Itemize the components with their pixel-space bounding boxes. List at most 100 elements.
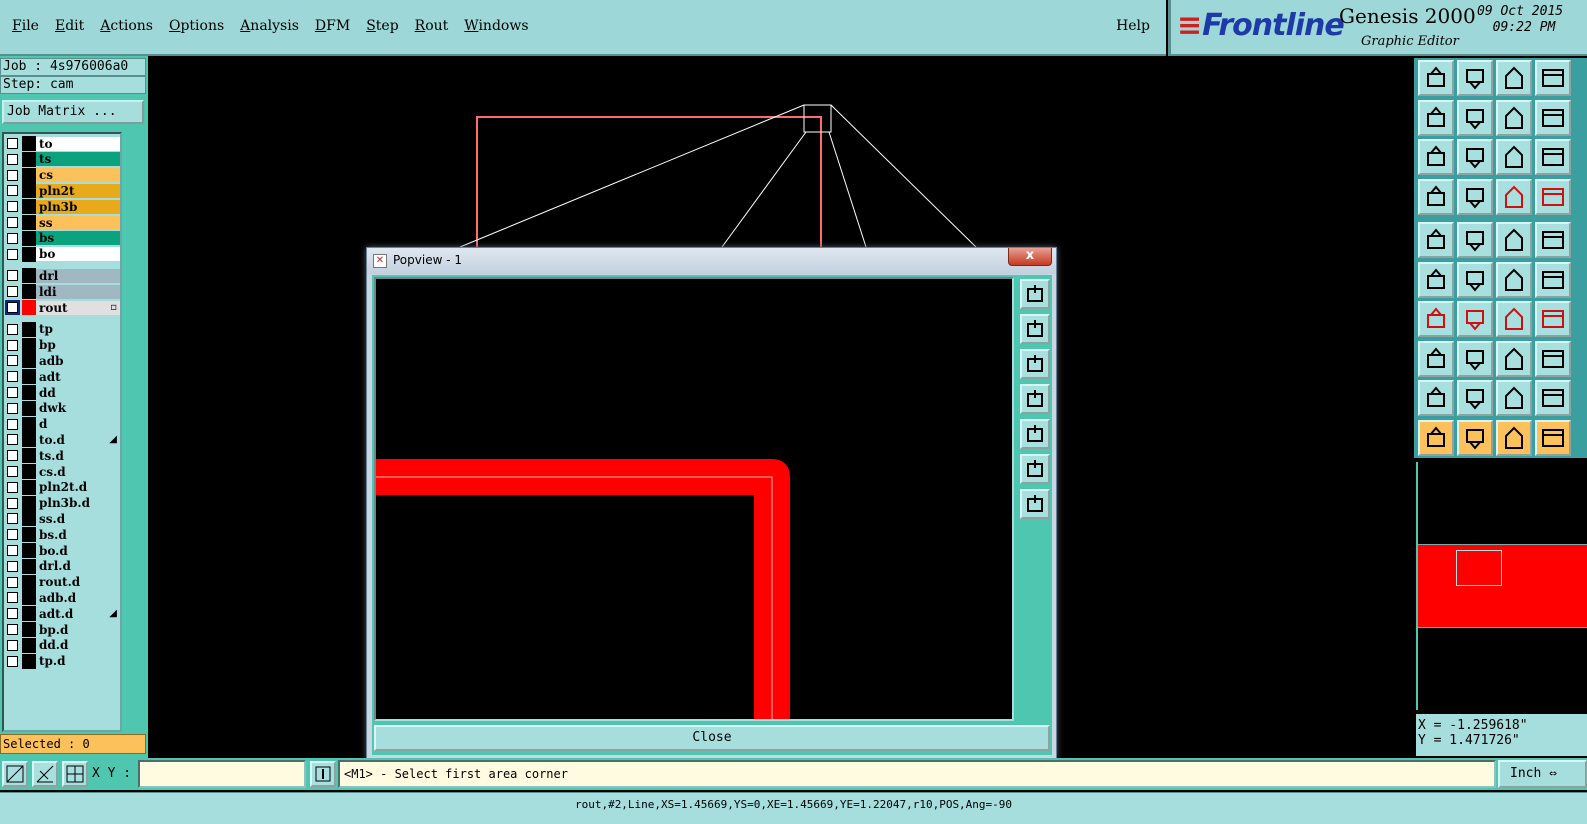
layer-color-swatch[interactable]	[22, 400, 36, 416]
layer-row-dwk[interactable]: dwk	[4, 400, 120, 416]
layer-name[interactable]: bp	[36, 338, 120, 353]
layer-checkbox[interactable]	[7, 387, 18, 398]
snap-tool-button[interactable]	[1535, 99, 1571, 136]
layer-row-pln2t[interactable]: pln2t	[4, 183, 120, 199]
layer-checkbox[interactable]	[7, 169, 18, 181]
layer-color-swatch[interactable]	[22, 495, 36, 511]
polygon-tool-button[interactable]	[1535, 380, 1571, 416]
layer-checkbox[interactable]	[7, 201, 18, 213]
layer-checkbox[interactable]	[7, 481, 18, 493]
layer-color-swatch[interactable]	[22, 199, 36, 215]
redo-tool-button[interactable]	[1457, 99, 1493, 136]
line-tool-button[interactable]	[1457, 301, 1493, 337]
grid-mode-button[interactable]	[62, 761, 88, 787]
connect-tool-button[interactable]	[1535, 261, 1571, 298]
layer-row-to-d[interactable]: to.d ◢	[4, 432, 120, 448]
layer-color-swatch[interactable]	[22, 268, 36, 284]
layer-checkbox[interactable]	[7, 418, 18, 430]
layer-color-swatch[interactable]	[22, 183, 36, 199]
layer-name[interactable]: pln3b	[36, 199, 120, 214]
layer-checkbox[interactable]	[7, 232, 18, 244]
layer-checkbox[interactable]	[7, 138, 18, 149]
layer-color-swatch[interactable]	[22, 321, 36, 337]
layer-name[interactable]: ts	[36, 152, 120, 167]
layer-checkbox[interactable]	[7, 339, 18, 351]
layer-name[interactable]: bs.d	[36, 527, 120, 542]
menu-file[interactable]: File	[4, 18, 47, 34]
layer-color-swatch[interactable]	[22, 385, 36, 400]
layer-row-rout[interactable]: rout ▫	[4, 300, 120, 315]
layer-color-swatch[interactable]	[22, 464, 36, 479]
arc-tool-button[interactable]	[1496, 301, 1532, 337]
layer-checkbox[interactable]	[7, 355, 18, 367]
snap-mode-button[interactable]	[2, 761, 28, 787]
layer-row-adb-d[interactable]: adb.d	[4, 590, 120, 606]
layer-row-bs[interactable]: bs	[4, 230, 120, 246]
layer-checkbox[interactable]	[7, 185, 18, 197]
layer-color-swatch[interactable]	[22, 479, 36, 495]
layer-row-adb[interactable]: adb	[4, 353, 120, 369]
layer-name[interactable]: adb	[36, 353, 120, 368]
surface-tool-button[interactable]	[1418, 340, 1454, 377]
layer-color-swatch[interactable]	[22, 590, 36, 606]
layer-color-swatch[interactable]	[22, 543, 36, 558]
layer-checkbox[interactable]	[7, 624, 18, 635]
layer-color-swatch[interactable]	[22, 653, 36, 669]
pad-tool-button[interactable]	[1418, 222, 1454, 258]
layer-name[interactable]: drl.d	[36, 559, 120, 574]
layer-name[interactable]: d	[36, 417, 120, 432]
layer-row-to[interactable]: to	[4, 136, 120, 151]
job-matrix-button[interactable]: Job Matrix ...	[2, 100, 144, 124]
open-step-tool-button[interactable]	[1418, 60, 1454, 96]
layer-row-tp[interactable]: tp	[4, 321, 120, 337]
layer-name[interactable]: to.d ◢	[36, 432, 120, 447]
layer-color-swatch[interactable]	[22, 527, 36, 543]
menu-windows[interactable]: Windows	[456, 18, 536, 34]
route-tool-button[interactable]	[1457, 222, 1493, 258]
settings-tool-button[interactable]	[1418, 178, 1454, 215]
layer-name[interactable]: ss.d	[36, 511, 120, 526]
layer-color-swatch[interactable]	[22, 246, 36, 262]
popview-close-x-button[interactable]: x	[1008, 248, 1052, 266]
menu-step[interactable]: Step	[358, 18, 406, 34]
layer-checkbox[interactable]	[7, 270, 18, 282]
layer-color-swatch[interactable]	[22, 337, 36, 353]
overview-map[interactable]	[1416, 462, 1587, 710]
layer-name[interactable]: cs	[36, 168, 120, 183]
layer-row-pln3b-d[interactable]: pln3b.d	[4, 495, 120, 511]
info-button[interactable]	[310, 761, 336, 787]
layer-color-swatch[interactable]	[22, 637, 36, 653]
menu-help[interactable]: Help	[1116, 18, 1150, 34]
pan-left-button[interactable]	[1020, 384, 1050, 414]
layer-color-swatch[interactable]	[22, 622, 36, 637]
layer-row-drl[interactable]: drl	[4, 268, 120, 284]
help-tool-button[interactable]	[1535, 139, 1571, 175]
undo-tool-button[interactable]	[1418, 99, 1454, 136]
layer-checkbox[interactable]	[7, 513, 18, 525]
layer-row-drl-d[interactable]: drl.d	[4, 558, 120, 574]
layer-color-swatch[interactable]	[22, 215, 36, 230]
layer-color-swatch[interactable]	[22, 167, 36, 183]
zoom-fit-tool-button[interactable]	[1418, 139, 1454, 175]
menu-analysis[interactable]: Analysis	[232, 18, 307, 34]
layer-checkbox[interactable]	[7, 217, 18, 228]
layer-checkbox[interactable]	[7, 545, 18, 556]
text-tool-button[interactable]	[1535, 301, 1571, 337]
layer-color-swatch[interactable]	[22, 136, 36, 151]
layer-name[interactable]: pln2t	[36, 183, 120, 198]
trapezoid-tool-button[interactable]	[1496, 380, 1532, 416]
xy-input[interactable]	[138, 760, 306, 788]
zoom-out-button[interactable]	[1020, 489, 1050, 519]
layer-checkbox[interactable]	[7, 153, 18, 165]
layer-row-cs[interactable]: cs	[4, 167, 120, 183]
layer-checkbox[interactable]	[7, 248, 18, 260]
layer-row-bp[interactable]: bp	[4, 337, 120, 353]
layer-row-ldi[interactable]: ldi	[4, 284, 120, 300]
layer-row-ts-d[interactable]: ts.d	[4, 448, 120, 464]
layer-checkbox[interactable]	[7, 402, 18, 414]
angle-tool-button[interactable]	[1418, 301, 1454, 337]
layer-name[interactable]: adt.d ◢	[36, 606, 120, 621]
layer-row-rout-d[interactable]: rout.d	[4, 574, 120, 590]
pan-up-button[interactable]	[1020, 314, 1050, 344]
layer-row-ts[interactable]: ts	[4, 151, 120, 167]
